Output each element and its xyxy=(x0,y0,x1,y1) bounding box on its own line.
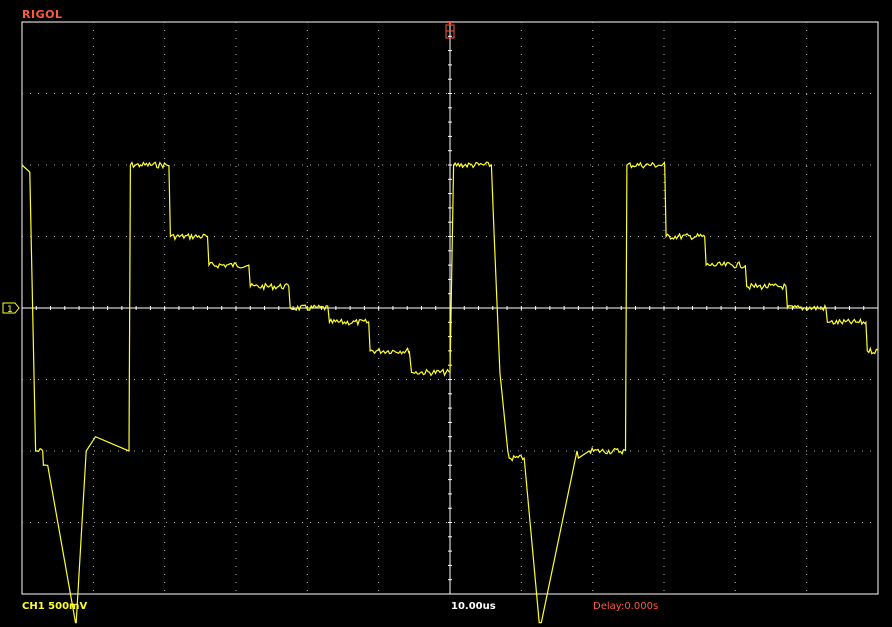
delay-readout: Delay:0.000s xyxy=(593,601,659,612)
ch1-ground-marker: 1 xyxy=(2,302,20,315)
graticule xyxy=(21,21,879,595)
trigger-marker-arrow xyxy=(447,21,453,25)
scope-screen: 1 xyxy=(2,21,879,624)
timebase-readout: 10.00us xyxy=(451,601,496,612)
channel-scale-readout: CH1 500mV xyxy=(22,601,88,612)
ground-marker-label: 1 xyxy=(7,305,13,315)
